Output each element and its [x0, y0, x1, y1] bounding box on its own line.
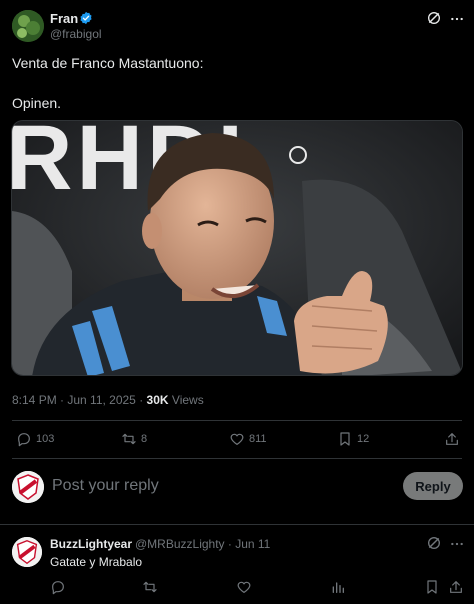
repost-icon[interactable]: [142, 579, 158, 595]
like-action[interactable]: 811: [229, 431, 267, 447]
bookmark-count: 12: [357, 433, 370, 445]
share-action[interactable]: [444, 431, 460, 447]
divider: [12, 420, 462, 421]
reply-action[interactable]: 103: [16, 431, 54, 447]
grok-icon[interactable]: [426, 535, 442, 551]
author-handle[interactable]: @frabigol: [50, 27, 102, 41]
views-count: 30K: [146, 393, 169, 407]
reply-input[interactable]: [52, 477, 352, 495]
more-icon[interactable]: [450, 537, 464, 551]
meta-separator: ·: [139, 393, 144, 407]
post-timestamp[interactable]: 8:14 PM · Jun 11, 2025: [12, 393, 136, 407]
author-name[interactable]: Fran: [50, 11, 78, 26]
more-icon[interactable]: [450, 12, 464, 26]
comment-avatar[interactable]: [12, 537, 42, 567]
share-icon: [446, 433, 458, 445]
divider: [0, 524, 474, 525]
user-avatar[interactable]: [12, 471, 44, 503]
author-avatar[interactable]: [12, 10, 44, 42]
bookmark-icon: [340, 432, 350, 446]
comment-author-name[interactable]: BuzzLightyear: [50, 537, 132, 551]
like-icon[interactable]: [236, 579, 252, 595]
reply-button[interactable]: Reply: [403, 472, 463, 500]
like-count: 811: [249, 433, 267, 445]
verified-badge-icon: [80, 11, 92, 25]
reply-icon: [18, 433, 30, 447]
divider: [12, 458, 462, 459]
repost-icon: [122, 433, 136, 445]
share-icon[interactable]: [448, 579, 464, 595]
post-text-line1: Venta de Franco Mastantuono:: [12, 55, 204, 71]
bookmark-action[interactable]: 12: [337, 431, 369, 447]
grok-icon[interactable]: [426, 10, 442, 26]
views-icon[interactable]: [330, 579, 346, 595]
repost-action[interactable]: 8: [121, 431, 147, 447]
bookmark-icon[interactable]: [424, 579, 440, 595]
post-photo[interactable]: RHDL: [11, 120, 463, 376]
views-label: Views: [171, 393, 204, 407]
repost-count: 8: [141, 433, 148, 445]
post-text-line2: Opinen.: [12, 95, 62, 111]
reply-count: 103: [36, 433, 55, 445]
post-meta: 8:14 PM · Jun 11, 2025 · 30K Views: [12, 393, 204, 407]
reply-icon[interactable]: [50, 579, 66, 595]
comment-text: Gatate y Mrabalo: [50, 555, 143, 569]
comment-author-handle[interactable]: @MRBuzzLighty · Jun 11: [135, 537, 270, 551]
like-icon: [230, 433, 244, 445]
